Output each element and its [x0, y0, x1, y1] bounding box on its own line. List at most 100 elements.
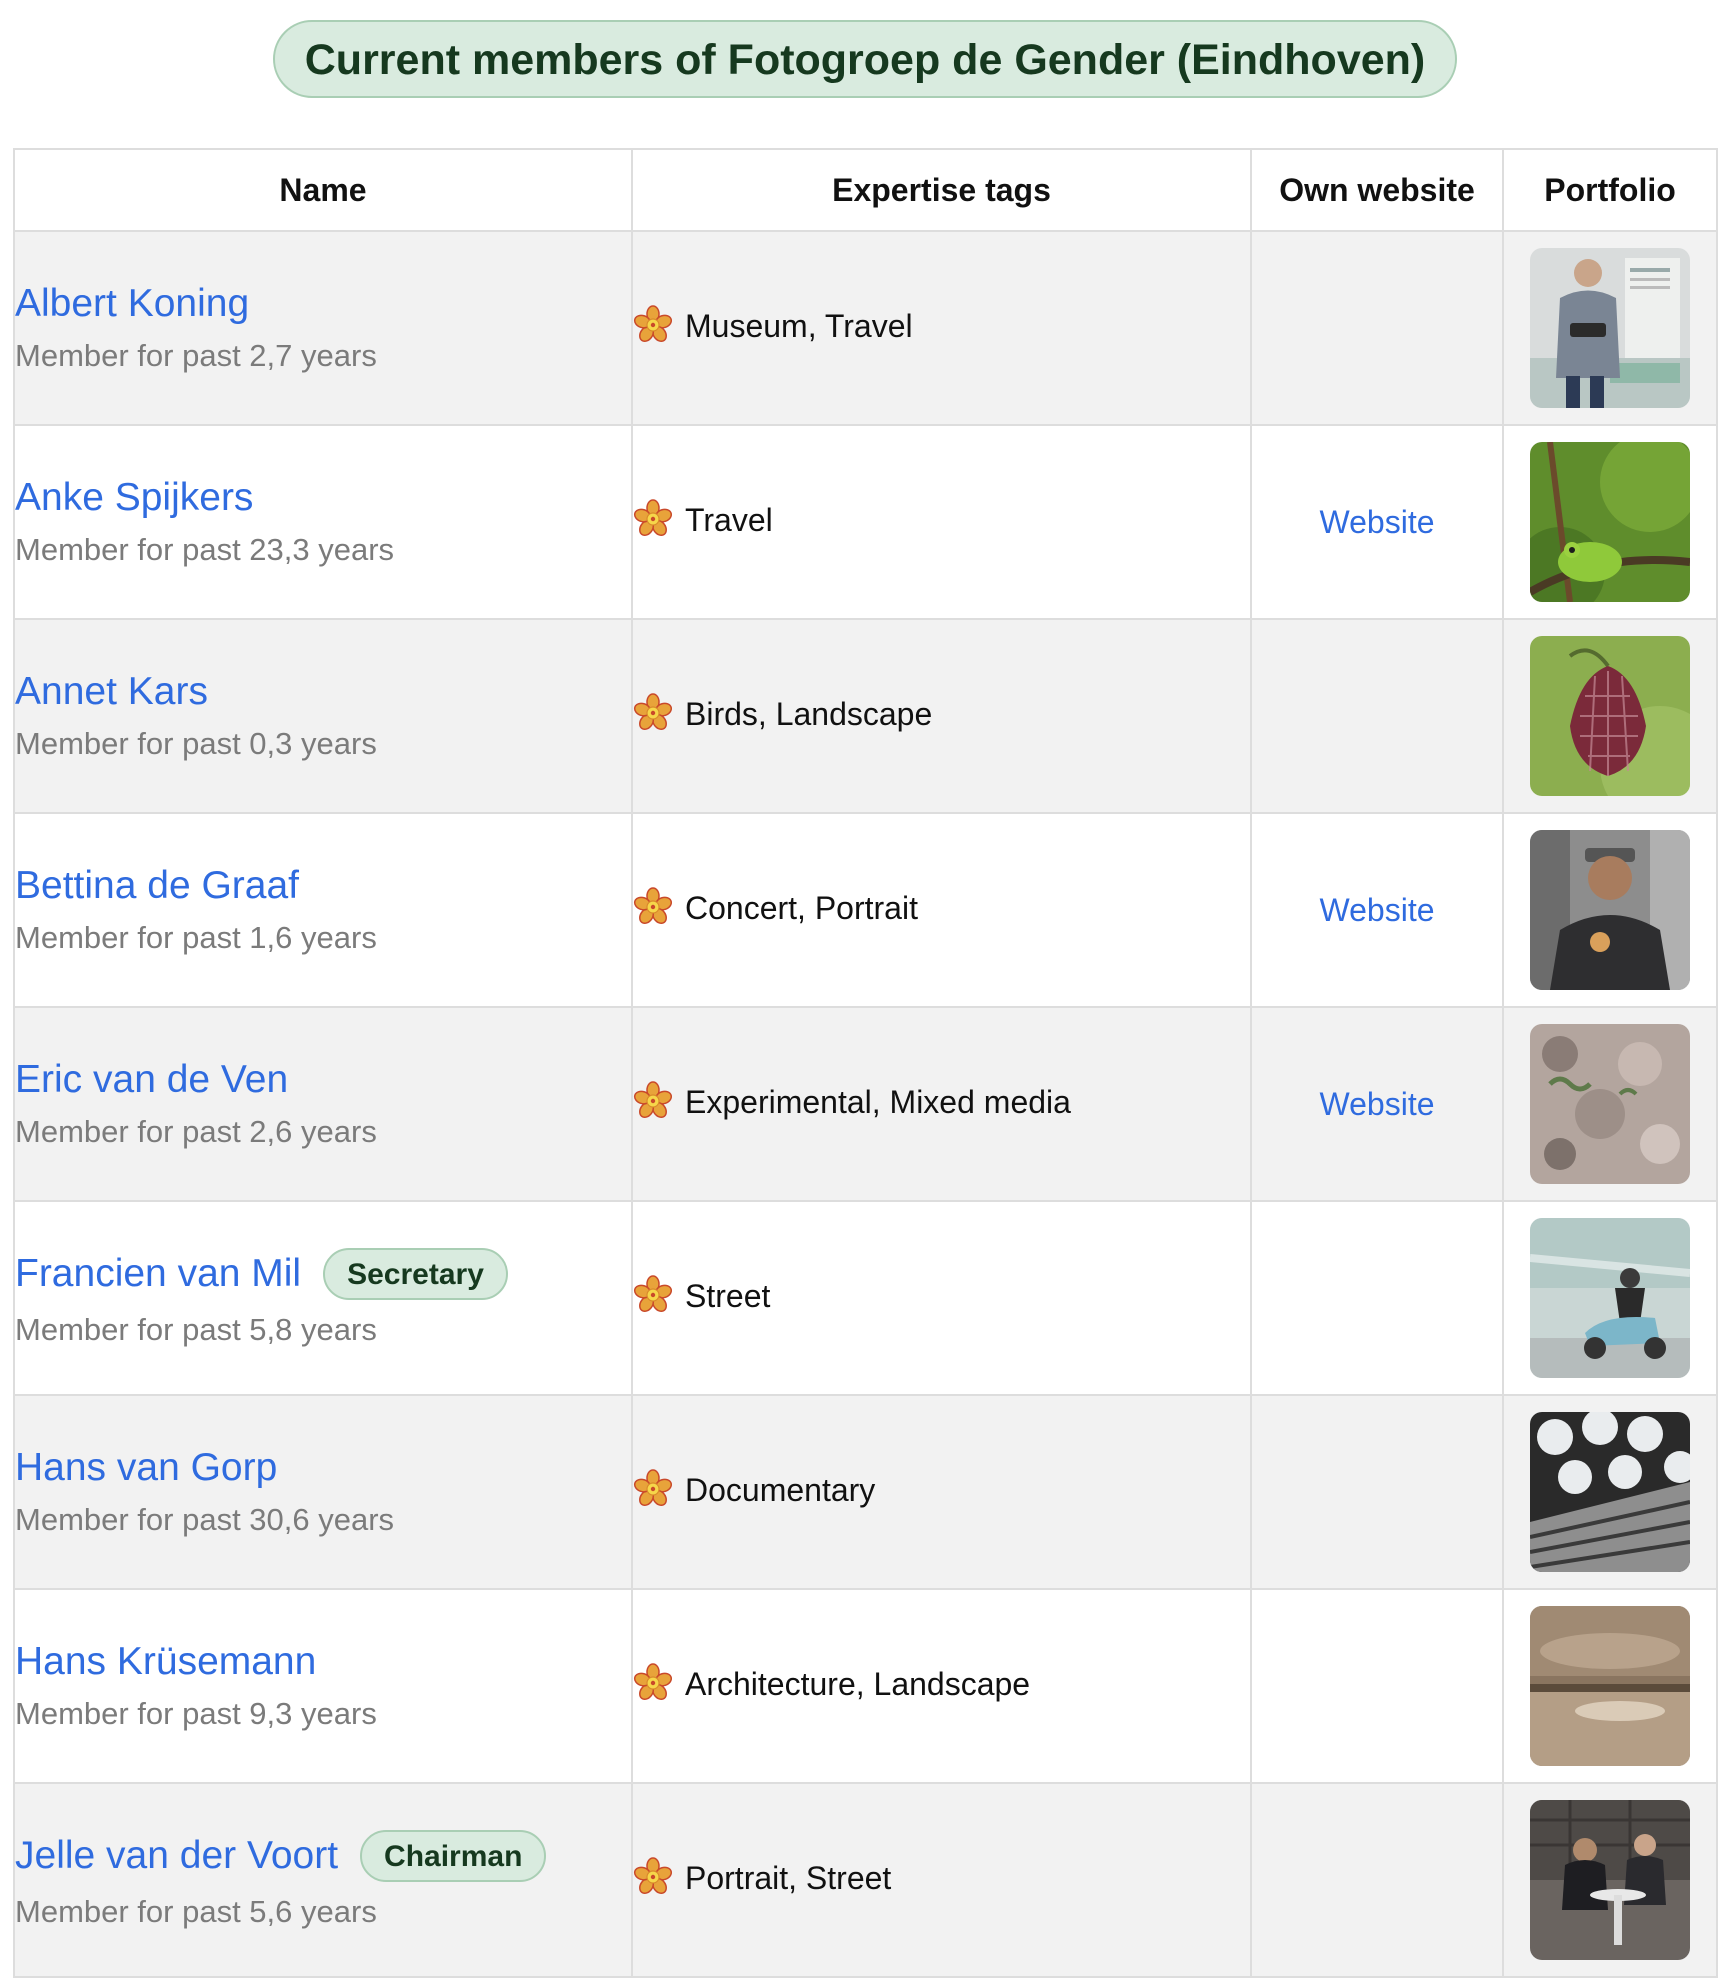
website-cell	[1250, 1200, 1504, 1396]
member-name-link[interactable]: Jelle van der Voort	[15, 1834, 338, 1878]
member-name-link[interactable]: Annet Kars	[15, 670, 208, 714]
expertise-tags: Architecture, Landscape	[685, 1665, 1031, 1702]
portfolio-thumbnail-sepia-landscape[interactable]	[1530, 1606, 1690, 1766]
member-name-link[interactable]: Hans van Gorp	[15, 1446, 277, 1490]
tags-cell: Birds, Landscape	[631, 618, 1252, 814]
name-cell: Hans Krüsemann Member for past 9,3 years	[13, 1588, 633, 1784]
website-cell	[1250, 618, 1504, 814]
expertise-tags: Birds, Landscape	[685, 695, 933, 732]
name-cell: Francien van Mil Secretary Member for pa…	[13, 1200, 633, 1396]
website-cell	[1250, 230, 1504, 426]
name-cell: Annet Kars Member for past 0,3 years	[13, 618, 633, 814]
flower-icon	[633, 305, 673, 345]
tags-cell: Portrait, Street	[631, 1782, 1252, 1978]
tags-cell: Street	[631, 1200, 1252, 1396]
table-header-row: Name Expertise tags Own website Portfoli…	[13, 148, 1718, 232]
expertise-tags: Museum, Travel	[685, 307, 913, 344]
website-cell: Website	[1250, 812, 1504, 1008]
name-cell: Eric van de Ven Member for past 2,6 year…	[13, 1006, 633, 1202]
tags-cell: Museum, Travel	[631, 230, 1252, 426]
page-title-wrap: Current members of Fotogroep de Gender (…	[0, 20, 1730, 98]
flower-icon	[633, 693, 673, 733]
member-since: Member for past 2,6 years	[15, 1114, 377, 1149]
members-table: Name Expertise tags Own website Portfoli…	[13, 148, 1718, 1978]
tags-cell: Documentary	[631, 1394, 1252, 1590]
role-badge: Secretary	[323, 1248, 508, 1300]
column-header-website: Own website	[1250, 148, 1504, 232]
expertise-tags: Street	[685, 1277, 771, 1314]
member-since: Member for past 30,6 years	[15, 1502, 395, 1537]
table-row: Annet Kars Member for past 0,3 years Bir…	[13, 618, 1718, 814]
expertise-tags: Concert, Portrait	[685, 889, 918, 926]
flower-icon	[633, 1275, 673, 1315]
name-cell: Albert Koning Member for past 2,7 years	[13, 230, 633, 426]
member-name-link[interactable]: Francien van Mil	[15, 1252, 301, 1296]
member-since: Member for past 5,8 years	[15, 1312, 377, 1347]
portfolio-cell	[1502, 1394, 1718, 1590]
portfolio-cell	[1502, 424, 1718, 620]
column-header-name: Name	[13, 148, 633, 232]
flower-icon	[633, 1663, 673, 1703]
table-row: Hans van Gorp Member for past 30,6 years…	[13, 1394, 1718, 1590]
table-row: Jelle van der Voort Chairman Member for …	[13, 1782, 1718, 1978]
portfolio-thumbnail-architecture-circles[interactable]	[1530, 1412, 1690, 1572]
expertise-tags: Portrait, Street	[685, 1859, 892, 1896]
portfolio-thumbnail-man-portrait[interactable]	[1530, 830, 1690, 990]
table-row: Bettina de Graaf Member for past 1,6 yea…	[13, 812, 1718, 1008]
portfolio-thumbnail-texture[interactable]	[1530, 1024, 1690, 1184]
portfolio-cell	[1502, 1588, 1718, 1784]
column-header-portfolio: Portfolio	[1502, 148, 1718, 232]
tags-cell: Travel	[631, 424, 1252, 620]
website-cell	[1250, 1588, 1504, 1784]
portfolio-cell	[1502, 1782, 1718, 1978]
portfolio-thumbnail-man-with-camera[interactable]	[1530, 248, 1690, 408]
member-name-link[interactable]: Hans Krüsemann	[15, 1640, 316, 1684]
website-link[interactable]: Website	[1319, 1086, 1434, 1122]
portfolio-thumbnail-scooter[interactable]	[1530, 1218, 1690, 1378]
portfolio-thumbnail-tree-frog[interactable]	[1530, 442, 1690, 602]
website-cell	[1250, 1394, 1504, 1590]
flower-icon	[633, 1081, 673, 1121]
member-name-link[interactable]: Albert Koning	[15, 282, 249, 326]
portfolio-thumbnail-two-women-seated[interactable]	[1530, 1800, 1690, 1960]
website-link[interactable]: Website	[1319, 504, 1434, 540]
name-cell: Jelle van der Voort Chairman Member for …	[13, 1782, 633, 1978]
member-name-link[interactable]: Anke Spijkers	[15, 476, 253, 520]
column-header-tags: Expertise tags	[631, 148, 1252, 232]
portfolio-cell	[1502, 1006, 1718, 1202]
table-row: Francien van Mil Secretary Member for pa…	[13, 1200, 1718, 1396]
flower-icon	[633, 1857, 673, 1897]
tags-cell: Concert, Portrait	[631, 812, 1252, 1008]
member-since: Member for past 1,6 years	[15, 920, 377, 955]
name-cell: Bettina de Graaf Member for past 1,6 yea…	[13, 812, 633, 1008]
table-row: Hans Krüsemann Member for past 9,3 years…	[13, 1588, 1718, 1784]
website-cell: Website	[1250, 424, 1504, 620]
portfolio-thumbnail-checkered-lily[interactable]	[1530, 636, 1690, 796]
member-since: Member for past 2,7 years	[15, 338, 377, 373]
flower-icon	[633, 887, 673, 927]
website-cell: Website	[1250, 1006, 1504, 1202]
tags-cell: Experimental, Mixed media	[631, 1006, 1252, 1202]
expertise-tags: Travel	[685, 501, 773, 538]
name-cell: Hans van Gorp Member for past 30,6 years	[13, 1394, 633, 1590]
flower-icon	[633, 1469, 673, 1509]
member-name-link[interactable]: Eric van de Ven	[15, 1058, 288, 1102]
page-title: Current members of Fotogroep de Gender (…	[272, 20, 1458, 98]
role-badge: Chairman	[360, 1830, 547, 1882]
tags-cell: Architecture, Landscape	[631, 1588, 1252, 1784]
flower-icon	[633, 499, 673, 539]
expertise-tags: Documentary	[685, 1471, 876, 1508]
member-since: Member for past 5,6 years	[15, 1894, 377, 1929]
table-row: Albert Koning Member for past 2,7 years …	[13, 230, 1718, 426]
member-since: Member for past 0,3 years	[15, 726, 377, 761]
member-since: Member for past 9,3 years	[15, 1696, 377, 1731]
table-row: Eric van de Ven Member for past 2,6 year…	[13, 1006, 1718, 1202]
portfolio-cell	[1502, 812, 1718, 1008]
website-link[interactable]: Website	[1319, 892, 1434, 928]
portfolio-cell	[1502, 1200, 1718, 1396]
member-name-link[interactable]: Bettina de Graaf	[15, 864, 299, 908]
member-since: Member for past 23,3 years	[15, 532, 395, 567]
expertise-tags: Experimental, Mixed media	[685, 1083, 1071, 1120]
portfolio-cell	[1502, 230, 1718, 426]
portfolio-cell	[1502, 618, 1718, 814]
